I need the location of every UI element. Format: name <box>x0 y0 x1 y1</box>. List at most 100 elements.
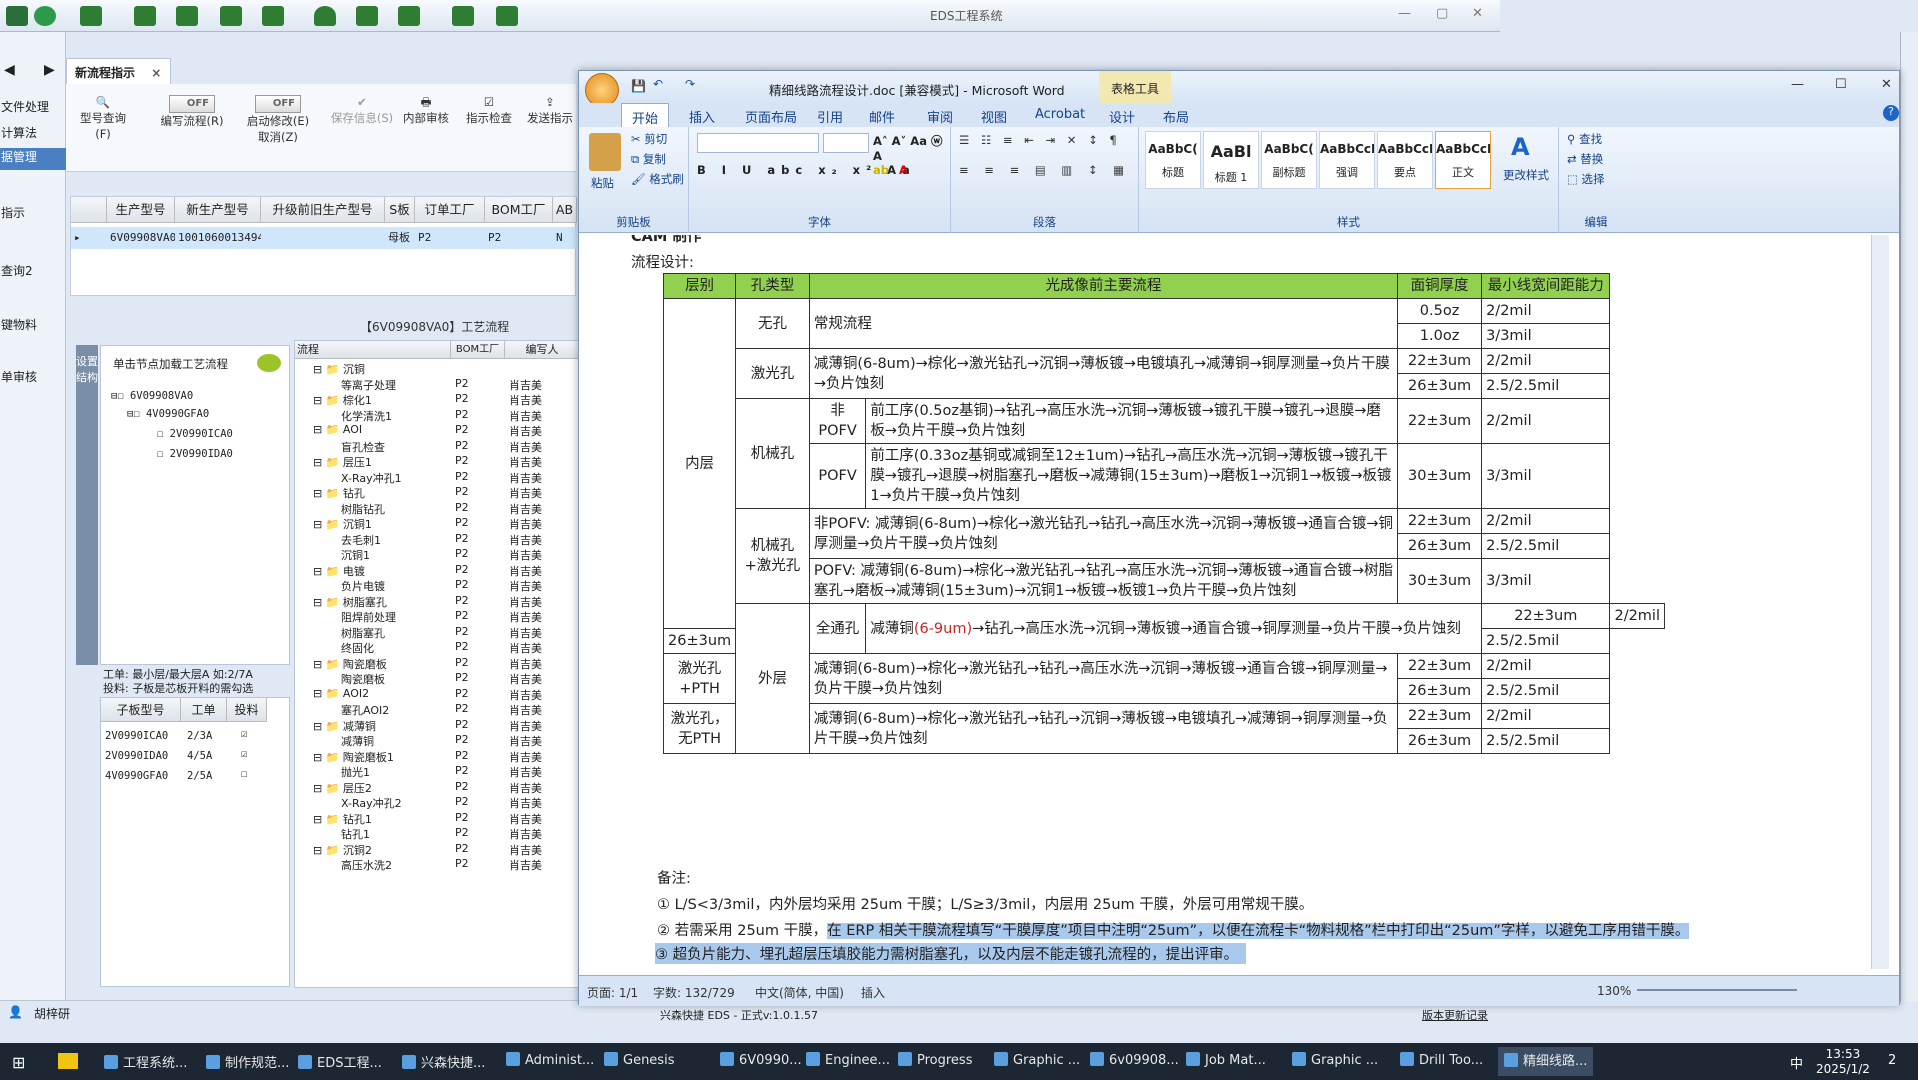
monitor-icon[interactable] <box>398 6 420 26</box>
film-icon[interactable] <box>176 6 198 26</box>
tree-node[interactable]: ☐ 2V0990IDA0 <box>157 448 233 460</box>
style-3[interactable]: AaBbCcDi 强调 <box>1319 131 1375 189</box>
close-icon[interactable]: × <box>151 66 161 80</box>
grid-cell[interactable] <box>261 227 385 249</box>
grid-header[interactable]: 新生产型号 <box>175 197 261 223</box>
paste-icon[interactable] <box>589 133 621 171</box>
document-page[interactable]: CAM 制作 流程设计: 层别 孔类型 光成像前主要流程 面铜厚度 最小线宽间距… <box>597 235 1869 970</box>
flow-row-name[interactable]: 负片电镀 <box>341 578 385 594</box>
office-button-icon[interactable] <box>585 73 619 107</box>
tree-node[interactable]: ☐ 2V0990ICA0 <box>157 428 233 440</box>
font-size-input[interactable] <box>823 133 869 153</box>
taskbar-item[interactable]: Graphic ... <box>1292 1052 1378 1068</box>
redo-icon[interactable]: ↷ <box>685 77 695 91</box>
grid-cell[interactable]: P2 <box>485 227 553 249</box>
start-modify-button[interactable]: OFF 启动修改(E) 取消(Z) <box>238 94 318 145</box>
taskbar-item[interactable]: 精细线路... <box>1498 1047 1594 1076</box>
taskbar-item[interactable]: 制作规范... <box>206 1052 289 1071</box>
flow-row-name[interactable]: 阻焊前处理 <box>341 609 396 625</box>
vertical-scrollbar[interactable] <box>1871 235 1889 969</box>
style-4[interactable]: AaBbCcD 要点 <box>1377 131 1433 189</box>
checkbox[interactable]: ☐ <box>241 768 247 780</box>
maximize-icon[interactable]: ▢ <box>1436 6 1448 21</box>
sub-cell[interactable]: 4V0990GFA0 <box>105 770 168 782</box>
flow-row-name[interactable]: ⊟ 📁 陶瓷磨板 <box>313 656 387 672</box>
flow-row-name[interactable]: 陶瓷磨板 <box>341 671 385 687</box>
sub-cell[interactable]: 2V0990IDA0 <box>105 750 168 762</box>
style-5[interactable]: AaBbCcDi 正文 <box>1435 131 1491 189</box>
tab-insert[interactable]: 插入 <box>689 107 715 126</box>
flow-row-name[interactable]: ⊟ 📁 沉铜 <box>313 361 365 377</box>
flow-row-name[interactable]: 化学清洗1 <box>341 408 392 424</box>
tab-mail[interactable]: 邮件 <box>869 107 895 126</box>
taskbar-item[interactable]: 6v09908... <box>1090 1052 1179 1068</box>
lifebuoy-icon[interactable] <box>34 6 56 26</box>
taskbar-item[interactable]: Administ... <box>506 1052 594 1068</box>
grow-font-button[interactable]: A˄ A˅ Aa ⓦ A <box>873 133 950 163</box>
version-log-link[interactable]: 版本更新记录 <box>1422 1007 1488 1023</box>
windows-icon[interactable] <box>452 6 474 26</box>
taskbar-item[interactable]: 6V0990... <box>720 1052 802 1068</box>
undo-icon[interactable]: ↶ <box>653 77 663 91</box>
search-icon[interactable] <box>6 6 28 26</box>
flow-row-name[interactable]: 等离子处理 <box>341 377 396 393</box>
status-lang[interactable]: 中文(简体, 中国) <box>755 984 844 1001</box>
flow-row-name[interactable]: ⊟ 📁 树脂塞孔 <box>313 594 387 610</box>
flow-row-name[interactable]: ⊟ 📁 层压1 <box>313 454 372 470</box>
flow-row-name[interactable]: ⊟ 📁 棕化1 <box>313 392 372 408</box>
grid-header[interactable]: 子板型号 <box>101 698 181 722</box>
nav-item-material[interactable]: 键物料 <box>0 316 66 333</box>
internal-review-button[interactable]: 🖶 内部审核 <box>396 94 456 126</box>
replace-button[interactable]: ⇄ 替换 <box>1567 151 1603 167</box>
taskbar-item[interactable]: Progress <box>898 1052 972 1068</box>
align-buttons[interactable]: ≡ ≡ ≡ ▤ ▥ ↕ ▦ <box>959 163 1130 177</box>
minimize-icon[interactable]: — <box>1398 6 1411 21</box>
scissors-icon[interactable] <box>134 6 156 26</box>
copy-button[interactable]: ⧉ 复制 <box>631 151 666 167</box>
grid-cell[interactable]: 10010600134946 <box>175 227 271 249</box>
taskbar-item[interactable]: 工程系统... <box>104 1052 187 1071</box>
select-button[interactable]: ⬚ 选择 <box>1567 171 1605 187</box>
flow-row-name[interactable]: ⊟ 📁 沉铜2 <box>313 842 372 858</box>
status-words[interactable]: 字数: 132/729 <box>653 984 735 1001</box>
minimize-icon[interactable]: — <box>1791 77 1804 92</box>
cut-button[interactable]: ✂ 剪切 <box>631 131 667 147</box>
flow-header[interactable]: 编写人 <box>505 341 578 359</box>
flow-header[interactable]: BOM工厂 <box>451 341 505 359</box>
clock[interactable]: 13:53 2025/1/2 <box>1816 1047 1870 1077</box>
flow-row-name[interactable]: 塞孔AOI2 <box>341 702 389 718</box>
write-flow-button[interactable]: OFF 编写流程(R) <box>152 94 232 129</box>
user-icon[interactable] <box>314 6 336 26</box>
arrow-right-icon[interactable]: ▶ <box>44 62 55 78</box>
flow-row-name[interactable]: 抛光1 <box>341 764 370 780</box>
tree-node[interactable]: ⊟☐ 6V09908VA0 <box>111 390 193 402</box>
flow-row-name[interactable]: X-Ray冲孔2 <box>341 795 402 811</box>
flow-row-name[interactable]: ⊟ 📁 层压2 <box>313 780 372 796</box>
arrow-left-icon[interactable]: ◀ <box>4 62 15 78</box>
write-flow-toggle[interactable]: OFF <box>169 95 215 113</box>
flow-row-name[interactable]: ⊟ 📁 钻孔1 <box>313 811 372 827</box>
sub-cell[interactable]: 2/5A <box>187 770 212 782</box>
nav-item-calc[interactable]: 计算法 <box>0 124 66 141</box>
status-insert[interactable]: 插入 <box>861 984 885 1001</box>
flow-row-name[interactable]: 减薄铜 <box>341 733 374 749</box>
style-2[interactable]: AaBbC(副标题 <box>1261 131 1317 189</box>
tree-node[interactable]: ⊟☐ 4V0990GFA0 <box>127 408 209 420</box>
grid-cell[interactable]: N <box>553 227 577 249</box>
taskbar-item[interactable]: EDS工程... <box>298 1052 382 1071</box>
windows-start-icon[interactable]: ⊞ <box>12 1053 25 1072</box>
checkbox[interactable]: ☑ <box>241 728 247 740</box>
flow-row-name[interactable]: ⊟ 📁 陶瓷磨板1 <box>313 749 394 765</box>
list-buttons[interactable]: ☰ ☷ ≡ ⇤ ⇥ ✕ ↕ ¶ <box>959 133 1121 147</box>
flow-row-name[interactable]: 树脂塞孔 <box>341 625 385 641</box>
start-modify-toggle[interactable]: OFF <box>255 95 301 113</box>
save-icon[interactable]: 💾 <box>631 79 646 93</box>
flow-row-name[interactable]: 去毛刺1 <box>341 532 381 548</box>
close-icon[interactable]: ✕ <box>1472 6 1483 21</box>
row-indicator-icon[interactable]: ▸ <box>71 227 107 249</box>
tab-review[interactable]: 审阅 <box>927 107 953 126</box>
notification-icon[interactable]: 2 <box>1888 1053 1896 1068</box>
flow-row-name[interactable]: 终固化 <box>341 640 374 656</box>
grid-header[interactable]: 工单 <box>181 698 227 722</box>
maximize-icon[interactable]: ☐ <box>1835 77 1847 92</box>
